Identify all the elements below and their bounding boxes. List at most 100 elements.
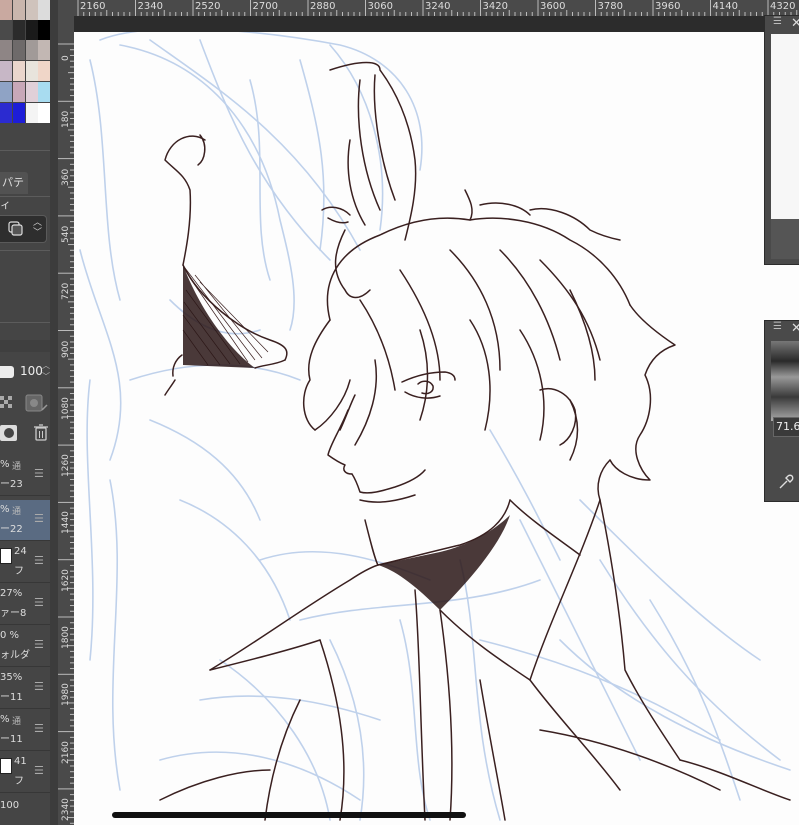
ruler-label: 4140 (712, 1, 738, 12)
divider (0, 196, 50, 197)
color-swatch[interactable] (26, 40, 38, 60)
artwork (79, 32, 791, 821)
blend-mode-select[interactable]: ︿ ﹀ (0, 215, 47, 243)
color-swatch[interactable] (26, 82, 38, 102)
ruler-label: 3420 (482, 1, 508, 12)
ruler-label: 2160 (61, 740, 71, 764)
ruler-label: 2880 (310, 1, 336, 12)
ruler-label: 2520 (195, 1, 221, 12)
ruler-label: 1440 (61, 511, 71, 535)
ruler-label: 540 (61, 225, 71, 243)
panel-menu-icon[interactable]: ☰ (773, 16, 782, 27)
zoom-value-field[interactable]: 71.6 (773, 417, 799, 437)
layer-item-selected[interactable]: % 通 ー22 ☰ (0, 500, 50, 541)
stepper-icon: ︿ ﹀ (33, 218, 43, 238)
close-icon[interactable]: ✕ (791, 321, 799, 336)
color-swatch[interactable] (38, 82, 50, 102)
ruler-left: 0 180 360 540 720 900 1080 1260 1440 1620 1800 1980… (58, 16, 74, 825)
menu-icon[interactable]: ☰ (34, 638, 44, 651)
mask-icon[interactable] (24, 392, 50, 414)
ruler-label: 900 (61, 340, 71, 358)
menu-icon[interactable]: ☰ (34, 722, 44, 735)
home-indicator (112, 812, 466, 818)
canvas-top-bar (74, 16, 799, 32)
tab-property[interactable]: パティ (0, 172, 28, 211)
ruler-label: 3600 (540, 1, 566, 12)
color-swatch[interactable] (38, 61, 50, 81)
navigator-panel-2: ☰ ✕ 71.6 (764, 320, 799, 502)
color-swatch[interactable] (13, 82, 25, 102)
color-swatch[interactable] (0, 20, 12, 40)
layer-thumbnail (0, 548, 12, 564)
drawing-canvas[interactable] (74, 32, 799, 825)
ruler-label: 3240 (425, 1, 451, 12)
opacity-value: 100 (20, 364, 43, 378)
color-swatch[interactable] (0, 61, 12, 81)
layer-item[interactable]: 0 % ォルダ ☰ (0, 626, 50, 667)
color-swatch[interactable] (26, 20, 38, 40)
layer-item[interactable]: % 通 ー11 ☰ (0, 710, 50, 751)
ruler-label: 3960 (655, 1, 681, 12)
panel-menu-icon[interactable]: ☰ (773, 321, 782, 332)
opacity-slider[interactable] (0, 366, 14, 378)
color-swatch[interactable] (38, 103, 50, 123)
layer-item[interactable]: 35% ー11 ☰ (0, 668, 50, 709)
divider (0, 322, 50, 323)
menu-icon[interactable]: ☰ (34, 596, 44, 609)
layer-item[interactable]: 100 (0, 794, 50, 825)
ruler-top: 2160 2340 2520 2700 2880 3060 3240 3420 3600 3780… (58, 0, 799, 16)
layer-thumbnail (0, 758, 12, 774)
checker-icon[interactable] (0, 394, 14, 412)
color-swatch[interactable] (0, 40, 12, 60)
ruler-label: 4320 (770, 1, 796, 12)
layer-mask-icon[interactable] (0, 424, 20, 442)
ruler-label: 2160 (80, 1, 106, 12)
menu-icon[interactable]: ☰ (34, 554, 44, 567)
ruler-label: 1080 (61, 396, 71, 420)
menu-icon[interactable]: ☰ (34, 764, 44, 777)
color-swatch[interactable] (13, 103, 25, 123)
ruler-label: 0 (61, 55, 71, 61)
divider (0, 150, 50, 151)
panel-scrollbar[interactable] (50, 0, 58, 825)
ruler-label: 3060 (367, 1, 393, 12)
color-swatch[interactable] (13, 61, 25, 81)
close-icon[interactable]: ✕ (791, 16, 799, 31)
color-swatch[interactable] (0, 0, 12, 20)
color-swatch[interactable] (38, 20, 50, 40)
layer-item[interactable]: 27% ァー8 ☰ (0, 584, 50, 625)
menu-icon[interactable]: ☰ (34, 680, 44, 693)
menu-icon[interactable]: ☰ (34, 512, 44, 525)
color-swatch[interactable] (0, 82, 12, 102)
color-swatch[interactable] (13, 40, 25, 60)
color-palette[interactable] (0, 0, 50, 148)
navigator-preview[interactable] (771, 34, 799, 219)
menu-icon[interactable]: ☰ (34, 467, 44, 480)
ruler-label: 720 (61, 283, 71, 301)
color-swatch[interactable] (26, 103, 38, 123)
navigator-controls (771, 219, 799, 259)
ruler-label: 3780 (597, 1, 623, 12)
ruler-label: 360 (61, 168, 71, 186)
color-swatch[interactable] (38, 40, 50, 60)
color-swatch[interactable] (26, 0, 38, 20)
ruler-label: 2340 (61, 797, 71, 821)
ruler-label: 1800 (61, 626, 71, 649)
ruler-label: 2700 (252, 1, 278, 12)
color-swatch[interactable] (38, 0, 50, 20)
eyedropper-icon[interactable] (777, 473, 795, 491)
layer-item[interactable]: % 通 ー23 ☰ (0, 455, 50, 496)
color-swatch[interactable] (0, 103, 12, 123)
ruler-label: 1620 (61, 568, 71, 592)
layers-icon (8, 221, 23, 236)
color-swatch[interactable] (26, 61, 38, 81)
preview-thumbnail[interactable] (771, 341, 799, 421)
ruler-label: 2340 (137, 1, 163, 12)
ruler-label: 1260 (61, 454, 71, 478)
color-swatch[interactable] (13, 20, 25, 40)
layer-item[interactable]: 41 フ ☰ (0, 752, 50, 793)
color-swatch[interactable] (13, 0, 25, 20)
trash-icon[interactable] (33, 424, 49, 442)
ruler-label: 1980 (61, 683, 71, 707)
layer-item[interactable]: 24 フ ☰ (0, 542, 50, 583)
